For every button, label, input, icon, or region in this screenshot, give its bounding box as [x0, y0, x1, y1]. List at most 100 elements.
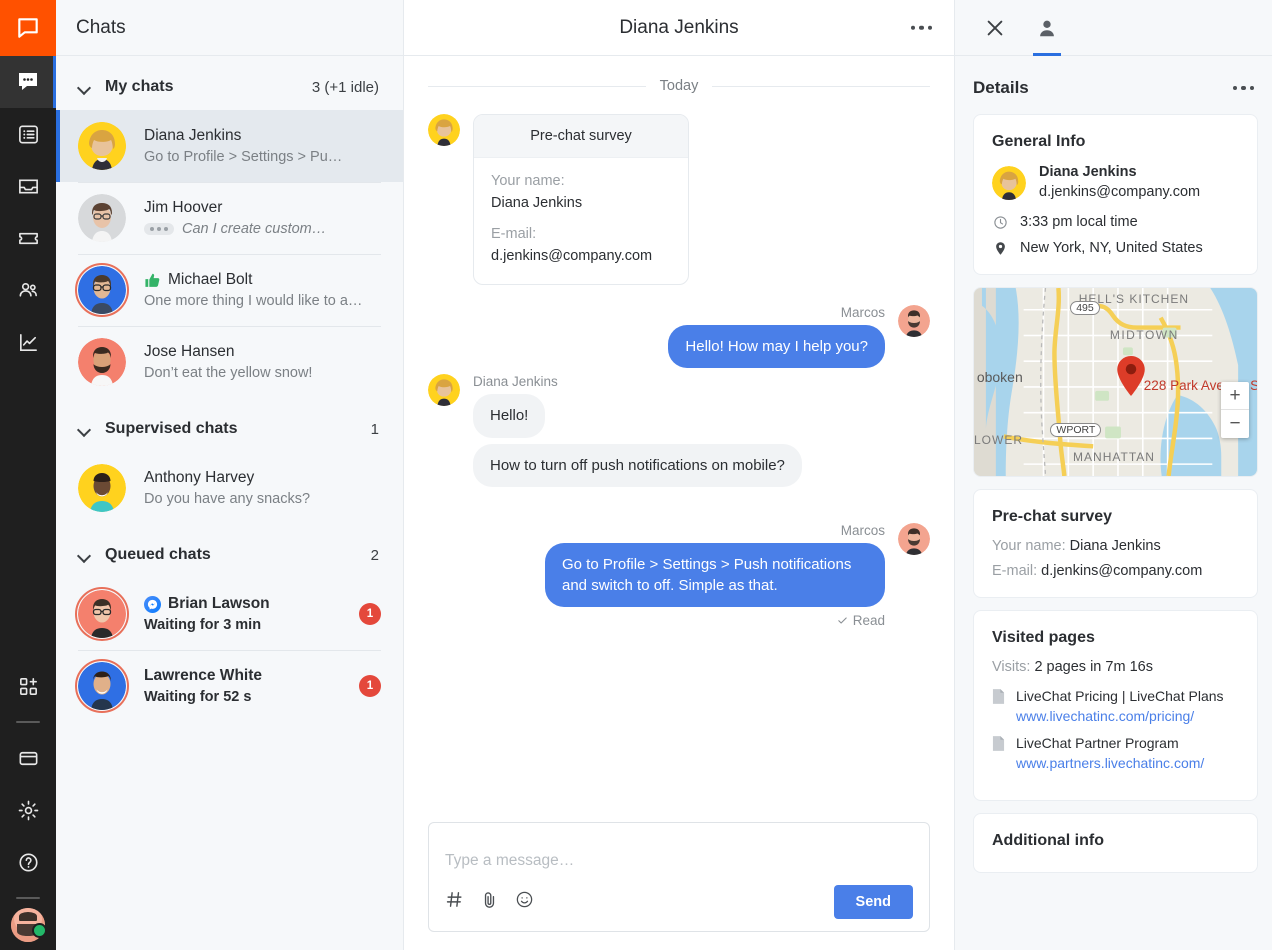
card-general-info: General Info Diana Jenkins: [973, 114, 1258, 275]
map-label-hoboken: oboken: [977, 369, 1023, 385]
tab-profile[interactable]: [1025, 0, 1069, 56]
rail-item-archives[interactable]: [0, 108, 56, 160]
conversation-title: Diana Jenkins: [428, 17, 930, 39]
survey-name-row: Your name: Diana Jenkins: [992, 538, 1239, 554]
chat-list-item-jose-hansen[interactable]: Jose Hansen Don’t eat the yellow snow!: [56, 326, 403, 398]
rail-item-billing[interactable]: [0, 732, 56, 784]
local-time-value: 3:33 pm local time: [1020, 214, 1138, 230]
details-panel: Details General Info: [955, 0, 1272, 950]
clock-icon: [992, 215, 1008, 230]
chat-item-name: Lawrence White: [144, 667, 351, 685]
chat-item-preview: Waiting for 52 s: [144, 689, 351, 705]
message-row-outgoing: Marcos Hello! How may I help you?: [428, 305, 930, 368]
rail-item-ticket[interactable]: [0, 212, 56, 264]
avatar-image: [78, 464, 126, 512]
chat-item-name: Anthony Harvey: [144, 469, 381, 487]
livechat-app: Chats My chats 3 (+1 idle): [0, 0, 1272, 950]
gear-icon: [17, 799, 40, 822]
close-icon[interactable]: [973, 0, 1017, 56]
chat-list-item-lawrence-white[interactable]: Lawrence White Waiting for 52 s 1: [56, 650, 403, 722]
section-header-supervised-chats[interactable]: Supervised chats 1: [56, 398, 403, 452]
rail-item-settings[interactable]: [0, 784, 56, 836]
message-author: Marcos: [668, 305, 885, 320]
rail-divider-bottom: [16, 897, 40, 899]
chat-item-name-row: Michael Bolt: [144, 271, 381, 289]
message-read-status: Read: [545, 613, 885, 628]
survey-email-value: d.jenkins@company.com: [491, 248, 671, 264]
details-title: Details: [973, 78, 1233, 98]
map-label-lower: MANHATTAN: [1073, 450, 1155, 464]
hash-canned-response-icon[interactable]: [445, 890, 464, 914]
visited-page-item[interactable]: LiveChat Pricing | LiveChat Plans www.li…: [992, 687, 1239, 726]
rail-item-help[interactable]: [0, 836, 56, 888]
avatar: [78, 338, 126, 386]
chat-list-body: My chats 3 (+1 idle): [56, 56, 403, 950]
map-zoom-out-button[interactable]: −: [1221, 410, 1249, 438]
general-info-body: Diana Jenkins d.jenkins@company.com 3:33…: [974, 163, 1257, 274]
more-options-icon[interactable]: [911, 25, 933, 30]
visited-page-url[interactable]: www.livechatinc.com/pricing/: [1016, 707, 1224, 727]
livechat-logo-icon[interactable]: [0, 0, 56, 56]
message-composer[interactable]: Send: [428, 822, 930, 932]
survey-email-row: E-mail: d.jenkins@company.com: [992, 563, 1239, 579]
visited-page-item[interactable]: LiveChat Partner Program www.partners.li…: [992, 734, 1239, 773]
help-question-icon: [17, 851, 40, 874]
chat-list-item-jim-hoover[interactable]: Jim Hoover Can I create custom…: [56, 182, 403, 254]
map-zoom-in-button[interactable]: +: [1221, 382, 1249, 410]
survey-body: Your name: Diana Jenkins E-mail: d.jenki…: [974, 538, 1257, 597]
rail-item-apps[interactable]: [0, 660, 56, 712]
message-bubble: How to turn off push notifications on mo…: [473, 444, 802, 487]
rail-item-chats[interactable]: [0, 56, 56, 108]
survey-name-value: Diana Jenkins: [1070, 538, 1161, 554]
rail-item-tickets[interactable]: [0, 160, 56, 212]
send-button[interactable]: Send: [834, 885, 913, 919]
current-agent-avatar[interactable]: [11, 908, 45, 942]
chat-list-item-brian-lawson[interactable]: Brian Lawson Waiting for 3 min 1: [56, 578, 403, 650]
chat-item-name: Jim Hoover: [144, 199, 381, 217]
section-header-queued-chats[interactable]: Queued chats 2: [56, 524, 403, 578]
section-count: 3 (+1 idle): [312, 79, 379, 96]
chat-list-item-michael-bolt[interactable]: Michael Bolt One more thing I would like…: [56, 254, 403, 326]
map-shield-9a: WPORT: [1050, 423, 1101, 437]
chat-item-texts: Diana Jenkins Go to Profile > Settings >…: [144, 127, 381, 165]
chat-conversation-panel: Diana Jenkins Today Pre-chat survey: [404, 0, 955, 950]
more-options-icon[interactable]: [1233, 86, 1255, 91]
emoji-smiley-icon[interactable]: [515, 890, 534, 914]
chat-list-item-diana-jenkins[interactable]: Diana Jenkins Go to Profile > Settings >…: [56, 110, 403, 182]
section-count: 2: [371, 547, 379, 564]
section-header-my-chats[interactable]: My chats 3 (+1 idle): [56, 56, 403, 110]
avatar: [78, 266, 126, 314]
chevron-down-icon[interactable]: [78, 80, 92, 94]
pre-chat-survey-card: Pre-chat survey Your name: Diana Jenkins…: [473, 114, 689, 285]
customer-email: d.jenkins@company.com: [1039, 183, 1200, 203]
paperclip-attachment-icon[interactable]: [480, 890, 499, 914]
map-zoom-controls[interactable]: + −: [1221, 382, 1249, 438]
map-marker-icon: [1116, 356, 1146, 401]
customer-identity-text: Diana Jenkins d.jenkins@company.com: [1039, 163, 1200, 202]
chat-item-texts: Lawrence White Waiting for 52 s: [144, 667, 351, 705]
section-title: Queued chats: [105, 546, 371, 564]
message-input[interactable]: [445, 837, 913, 885]
chat-item-preview: Can I create custom…: [182, 221, 326, 237]
message-column: How to turn off push notifications on mo…: [473, 444, 802, 487]
rail-item-reports[interactable]: [0, 316, 56, 368]
messenger-channel-icon: [144, 596, 161, 613]
visited-body: Visits: 2 pages in 7m 16s LiveChat Prici…: [974, 659, 1257, 799]
chevron-down-icon[interactable]: [78, 422, 92, 436]
avatar-image: [78, 662, 126, 710]
message-column: Diana Jenkins Hello!: [473, 374, 558, 437]
avatar: [992, 166, 1026, 200]
card-title: Additional info: [974, 814, 1257, 872]
chat-list-item-anthony-harvey[interactable]: Anthony Harvey Do you have any snacks?: [56, 452, 403, 524]
avatar: [78, 662, 126, 710]
chevron-down-icon[interactable]: [78, 548, 92, 562]
avatar: [78, 194, 126, 242]
rail-item-team[interactable]: [0, 264, 56, 316]
chat-item-preview: Don’t eat the yellow snow!: [144, 365, 381, 381]
composer-toolbar: Send: [445, 885, 913, 919]
visited-page-url[interactable]: www.partners.livechatinc.com/: [1016, 754, 1204, 774]
reports-chart-icon: [17, 331, 40, 354]
location-map[interactable]: HELL'S KITCHEN MIDTOWN oboken LOWER MANH…: [973, 287, 1258, 477]
survey-email-label: E-mail:: [491, 226, 671, 242]
composer-area: Send: [404, 810, 954, 950]
